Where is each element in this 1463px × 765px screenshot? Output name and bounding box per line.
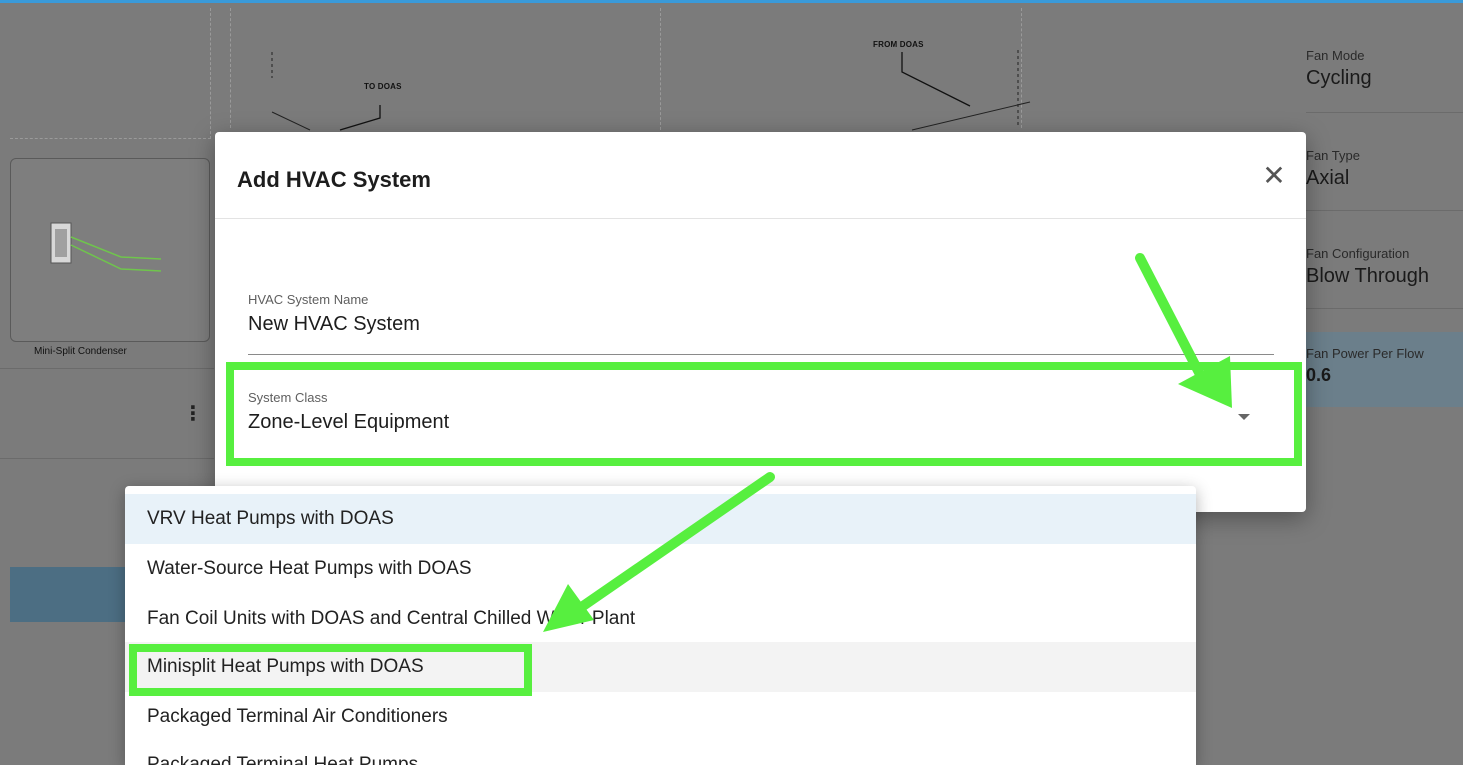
doas-diagram	[230, 8, 1022, 128]
equipment-label: Mini-Split Condenser	[34, 346, 127, 357]
canvas-region	[10, 8, 211, 139]
chevron-down-icon[interactable]	[1238, 414, 1250, 420]
condenser-illustration	[50, 222, 162, 272]
property-label: Fan Power Per Flow	[1306, 346, 1424, 361]
diagram-label-from-doas: FROM DOAS	[873, 40, 924, 49]
property-fan-mode[interactable]: Fan Mode Cycling	[1306, 48, 1463, 113]
menu-item-packaged-terminal-air-conditioners[interactable]: Packaged Terminal Air Conditioners	[125, 692, 1196, 742]
property-fan-power-per-flow[interactable]: Fan Power Per Flow 0.6	[1306, 346, 1463, 396]
field-value: Zone-Level Equipment	[248, 411, 450, 433]
field-label: System Class	[248, 390, 328, 405]
menu-item-packaged-terminal-heat-pumps[interactable]: Packaged Terminal Heat Pumps	[125, 740, 1196, 765]
property-value: 0.6	[1306, 365, 1332, 385]
field-label: HVAC System Name	[248, 292, 369, 307]
property-label: Fan Mode	[1306, 48, 1365, 63]
dialog-header: Add HVAC System ✕	[215, 132, 1306, 219]
property-value: Cycling	[1306, 67, 1372, 89]
property-label: Fan Configuration	[1306, 246, 1410, 261]
menu-item-water-source-heat-pumps[interactable]: Water-Source Heat Pumps with DOAS	[125, 544, 1196, 594]
menu-item-vrv-heat-pumps[interactable]: VRV Heat Pumps with DOAS	[125, 494, 1196, 544]
divider	[0, 458, 214, 459]
system-class-dropdown-menu: VRV Heat Pumps with DOAS Water-Source He…	[125, 486, 1196, 765]
add-hvac-system-dialog: Add HVAC System ✕ HVAC System Name New H…	[215, 132, 1306, 512]
property-label: Fan Type	[1306, 148, 1360, 163]
kebab-icon[interactable]: ⋮	[183, 404, 203, 424]
system-class-select[interactable]: System Class Zone-Level Equipment	[248, 390, 1274, 450]
diagram-label-to-doas: TO DOAS	[364, 82, 402, 91]
hvac-system-name-field[interactable]: HVAC System Name New HVAC System	[248, 292, 1274, 355]
dialog-title: Add HVAC System	[237, 167, 431, 192]
property-value: Axial	[1306, 167, 1350, 189]
property-value: Blow Through	[1306, 265, 1430, 287]
menu-item-fan-coil-units[interactable]: Fan Coil Units with DOAS and Central Chi…	[125, 594, 1196, 644]
property-fan-type[interactable]: Fan Type Axial	[1306, 148, 1463, 211]
menu-item-minisplit-heat-pumps[interactable]: Minisplit Heat Pumps with DOAS	[125, 642, 1196, 692]
mini-split-condenser-card[interactable]	[10, 158, 210, 342]
field-value[interactable]: New HVAC System	[248, 313, 1274, 336]
close-icon[interactable]: ✕	[1260, 162, 1288, 190]
property-fan-configuration[interactable]: Fan Configuration Blow Through	[1306, 246, 1463, 309]
diagram-divider	[660, 8, 661, 130]
divider	[0, 368, 214, 369]
